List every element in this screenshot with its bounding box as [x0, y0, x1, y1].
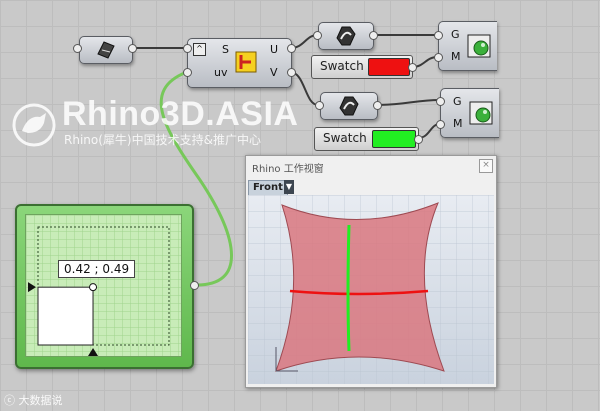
md-slider-value-region [37, 286, 94, 346]
curve-bottom-input-grip[interactable] [315, 101, 324, 110]
preview-bottom-m-grip[interactable] [436, 120, 445, 129]
evaluate-input-uv-grip[interactable] [183, 68, 192, 77]
viewport-title: Rhino 工作视窗 [252, 164, 324, 175]
close-icon[interactable]: × [479, 159, 493, 173]
footer-logo-icon: ⓒ [4, 394, 15, 407]
swatch-top-label: Swatch [320, 59, 364, 73]
rhino-viewport-window[interactable]: Rhino 工作视窗 × Front ▼ [245, 155, 497, 388]
preview-top-g-label: G [451, 28, 460, 41]
curve-top-output-grip[interactable] [369, 31, 378, 40]
preview-bottom-g-label: G [453, 95, 462, 108]
swatch-bottom-label: Swatch [323, 131, 367, 145]
output-u-label: U [270, 43, 279, 56]
preview-icon [469, 101, 493, 125]
preview-top-m-grip[interactable] [434, 53, 443, 62]
footer-logo: ⓒ 大数据说 [4, 392, 63, 408]
surface-param-icon [97, 41, 115, 59]
rhino-logo-icon [12, 103, 56, 147]
surface-shape[interactable] [275, 202, 445, 372]
swatch-bottom-output-grip[interactable] [414, 135, 423, 144]
evaluate-surface-component[interactable]: ^ S uv U V [187, 38, 292, 88]
v-curve-line [346, 224, 351, 352]
preview-bottom-g-grip[interactable] [436, 97, 445, 106]
curve-param-icon [339, 96, 359, 116]
md-slider-value-tooltip: 0.42 ; 0.49 [58, 260, 136, 278]
watermark: Rhino3D.ASIA Rhino(犀牛)中国技术支持&推广中心 [10, 95, 300, 155]
surface-param-input-grip[interactable] [73, 44, 82, 53]
watermark-title: Rhino3D.ASIA [62, 95, 299, 133]
wire-curve-bottom-to-preview [375, 99, 441, 106]
md-slider-field[interactable] [25, 214, 182, 357]
evaluate-toggle-button[interactable]: ^ [193, 43, 206, 56]
evaluate-output-v-grip[interactable] [287, 68, 296, 77]
md-slider-handle[interactable] [89, 283, 98, 292]
md-slider-graph[interactable] [26, 215, 181, 356]
curve-param-bottom-component[interactable] [320, 92, 378, 120]
swatch-bottom-component[interactable]: Swatch [314, 127, 419, 151]
curve-top-input-grip[interactable] [313, 31, 322, 40]
evaluate-output-u-grip[interactable] [287, 44, 296, 53]
swatch-bottom-color[interactable] [372, 130, 416, 148]
output-v-label: V [270, 66, 278, 79]
footer-text: 大数据说 [18, 394, 63, 407]
evaluate-input-s-grip[interactable] [183, 44, 192, 53]
curve-bottom-output-grip[interactable] [373, 101, 382, 110]
evaluate-surface-icon [235, 51, 257, 73]
input-uv-label: uv [214, 66, 228, 79]
curve-param-icon [336, 26, 356, 46]
preview-bottom-component[interactable]: G M [440, 88, 499, 138]
preview-icon [467, 34, 491, 58]
viewport-canvas[interactable] [248, 195, 494, 384]
swatch-top-output-grip[interactable] [408, 63, 417, 72]
md-slider-output-grip[interactable] [190, 281, 199, 290]
preview-bottom-m-label: M [453, 117, 463, 130]
curve-param-top-component[interactable] [318, 22, 374, 50]
preview-top-g-grip[interactable] [434, 31, 443, 40]
viewport-tab-front[interactable]: Front [248, 180, 288, 196]
md-slider-component[interactable] [15, 204, 194, 369]
watermark-subtitle: Rhino(犀牛)中国技术支持&推广中心 [64, 133, 261, 147]
swatch-top-color[interactable] [368, 58, 410, 76]
surface-param-component[interactable] [79, 36, 133, 64]
surface-param-output-grip[interactable] [128, 44, 137, 53]
preview-top-component[interactable]: G M [438, 21, 497, 71]
input-s-label: S [222, 43, 229, 56]
swatch-top-component[interactable]: Swatch [311, 55, 413, 79]
chevron-down-icon[interactable]: ▼ [284, 180, 294, 194]
preview-top-m-label: M [451, 50, 461, 63]
